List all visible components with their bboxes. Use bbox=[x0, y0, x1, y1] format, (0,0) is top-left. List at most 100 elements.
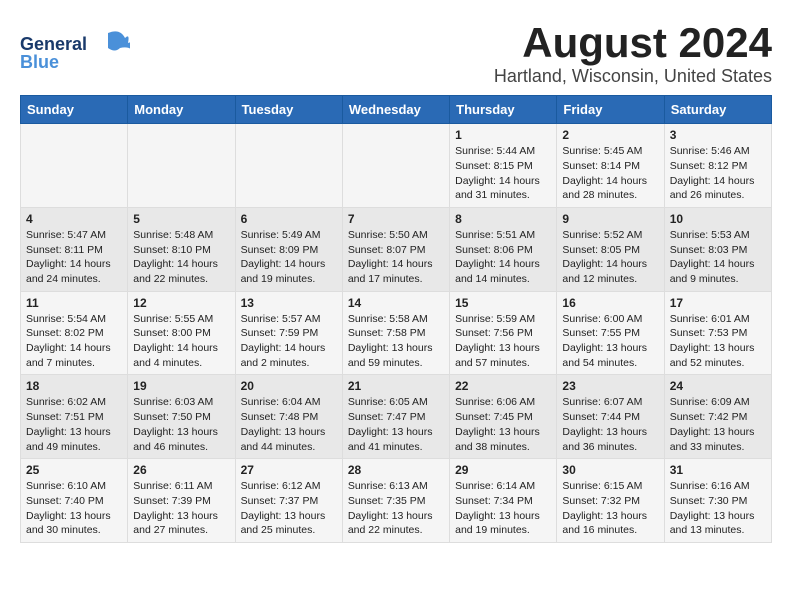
calendar-week-row: 11 Sunrise: 5:54 AMSunset: 8:02 PMDaylig… bbox=[21, 291, 772, 375]
calendar-header: August 2024 Hartland, Wisconsin, United … bbox=[20, 20, 772, 87]
day-info: Sunrise: 5:51 AMSunset: 8:06 PMDaylight:… bbox=[455, 228, 551, 287]
calendar-week-row: 1 Sunrise: 5:44 AMSunset: 8:15 PMDayligh… bbox=[21, 124, 772, 208]
day-info: Sunrise: 6:04 AMSunset: 7:48 PMDaylight:… bbox=[241, 395, 337, 454]
day-number: 24 bbox=[670, 379, 766, 393]
day-info: Sunrise: 5:45 AMSunset: 8:14 PMDaylight:… bbox=[562, 144, 658, 203]
day-number: 4 bbox=[26, 212, 122, 226]
page-header: General Blue August 2024 Hartland, Wisco… bbox=[20, 20, 772, 95]
day-number: 16 bbox=[562, 296, 658, 310]
day-number: 5 bbox=[133, 212, 229, 226]
calendar-day-cell: 11 Sunrise: 5:54 AMSunset: 8:02 PMDaylig… bbox=[21, 291, 128, 375]
header-sunday: Sunday bbox=[21, 96, 128, 124]
calendar-day-cell: 15 Sunrise: 5:59 AMSunset: 7:56 PMDaylig… bbox=[450, 291, 557, 375]
day-number: 14 bbox=[348, 296, 444, 310]
calendar-day-cell: 3 Sunrise: 5:46 AMSunset: 8:12 PMDayligh… bbox=[664, 124, 771, 208]
weekday-header-row: Sunday Monday Tuesday Wednesday Thursday… bbox=[21, 96, 772, 124]
calendar-day-cell: 8 Sunrise: 5:51 AMSunset: 8:06 PMDayligh… bbox=[450, 207, 557, 291]
calendar-day-cell: 5 Sunrise: 5:48 AMSunset: 8:10 PMDayligh… bbox=[128, 207, 235, 291]
calendar-day-cell: 2 Sunrise: 5:45 AMSunset: 8:14 PMDayligh… bbox=[557, 124, 664, 208]
calendar-day-cell bbox=[235, 124, 342, 208]
calendar-table: Sunday Monday Tuesday Wednesday Thursday… bbox=[20, 95, 772, 543]
header-monday: Monday bbox=[128, 96, 235, 124]
calendar-day-cell bbox=[128, 124, 235, 208]
day-info: Sunrise: 6:01 AMSunset: 7:53 PMDaylight:… bbox=[670, 312, 766, 371]
calendar-day-cell: 4 Sunrise: 5:47 AMSunset: 8:11 PMDayligh… bbox=[21, 207, 128, 291]
day-number: 8 bbox=[455, 212, 551, 226]
day-number: 28 bbox=[348, 463, 444, 477]
day-number: 23 bbox=[562, 379, 658, 393]
calendar-day-cell: 29 Sunrise: 6:14 AMSunset: 7:34 PMDaylig… bbox=[450, 459, 557, 543]
calendar-week-row: 4 Sunrise: 5:47 AMSunset: 8:11 PMDayligh… bbox=[21, 207, 772, 291]
calendar-day-cell bbox=[342, 124, 449, 208]
day-number: 25 bbox=[26, 463, 122, 477]
day-number: 21 bbox=[348, 379, 444, 393]
day-number: 22 bbox=[455, 379, 551, 393]
calendar-day-cell: 7 Sunrise: 5:50 AMSunset: 8:07 PMDayligh… bbox=[342, 207, 449, 291]
day-number: 31 bbox=[670, 463, 766, 477]
day-info: Sunrise: 6:07 AMSunset: 7:44 PMDaylight:… bbox=[562, 395, 658, 454]
calendar-day-cell: 19 Sunrise: 6:03 AMSunset: 7:50 PMDaylig… bbox=[128, 375, 235, 459]
day-number: 13 bbox=[241, 296, 337, 310]
calendar-subtitle: Hartland, Wisconsin, United States bbox=[20, 66, 772, 87]
day-info: Sunrise: 5:59 AMSunset: 7:56 PMDaylight:… bbox=[455, 312, 551, 371]
calendar-day-cell: 25 Sunrise: 6:10 AMSunset: 7:40 PMDaylig… bbox=[21, 459, 128, 543]
day-number: 20 bbox=[241, 379, 337, 393]
day-info: Sunrise: 5:52 AMSunset: 8:05 PMDaylight:… bbox=[562, 228, 658, 287]
day-info: Sunrise: 6:14 AMSunset: 7:34 PMDaylight:… bbox=[455, 479, 551, 538]
day-info: Sunrise: 6:06 AMSunset: 7:45 PMDaylight:… bbox=[455, 395, 551, 454]
calendar-day-cell: 28 Sunrise: 6:13 AMSunset: 7:35 PMDaylig… bbox=[342, 459, 449, 543]
day-number: 27 bbox=[241, 463, 337, 477]
calendar-day-cell: 16 Sunrise: 6:00 AMSunset: 7:55 PMDaylig… bbox=[557, 291, 664, 375]
logo: General Blue bbox=[20, 28, 130, 78]
day-number: 11 bbox=[26, 296, 122, 310]
calendar-day-cell: 24 Sunrise: 6:09 AMSunset: 7:42 PMDaylig… bbox=[664, 375, 771, 459]
calendar-title: August 2024 bbox=[20, 20, 772, 66]
day-info: Sunrise: 6:00 AMSunset: 7:55 PMDaylight:… bbox=[562, 312, 658, 371]
calendar-day-cell: 21 Sunrise: 6:05 AMSunset: 7:47 PMDaylig… bbox=[342, 375, 449, 459]
day-info: Sunrise: 5:49 AMSunset: 8:09 PMDaylight:… bbox=[241, 228, 337, 287]
calendar-day-cell: 31 Sunrise: 6:16 AMSunset: 7:30 PMDaylig… bbox=[664, 459, 771, 543]
day-number: 10 bbox=[670, 212, 766, 226]
day-info: Sunrise: 5:55 AMSunset: 8:00 PMDaylight:… bbox=[133, 312, 229, 371]
day-number: 17 bbox=[670, 296, 766, 310]
calendar-day-cell: 27 Sunrise: 6:12 AMSunset: 7:37 PMDaylig… bbox=[235, 459, 342, 543]
day-info: Sunrise: 6:10 AMSunset: 7:40 PMDaylight:… bbox=[26, 479, 122, 538]
svg-text:Blue: Blue bbox=[20, 52, 59, 72]
day-info: Sunrise: 5:54 AMSunset: 8:02 PMDaylight:… bbox=[26, 312, 122, 371]
day-number: 18 bbox=[26, 379, 122, 393]
day-number: 26 bbox=[133, 463, 229, 477]
header-thursday: Thursday bbox=[450, 96, 557, 124]
svg-text:General: General bbox=[20, 34, 87, 54]
calendar-day-cell: 26 Sunrise: 6:11 AMSunset: 7:39 PMDaylig… bbox=[128, 459, 235, 543]
day-info: Sunrise: 6:05 AMSunset: 7:47 PMDaylight:… bbox=[348, 395, 444, 454]
day-info: Sunrise: 5:44 AMSunset: 8:15 PMDaylight:… bbox=[455, 144, 551, 203]
calendar-day-cell: 23 Sunrise: 6:07 AMSunset: 7:44 PMDaylig… bbox=[557, 375, 664, 459]
logo-svg: General Blue bbox=[20, 28, 130, 78]
calendar-day-cell: 20 Sunrise: 6:04 AMSunset: 7:48 PMDaylig… bbox=[235, 375, 342, 459]
calendar-day-cell: 13 Sunrise: 5:57 AMSunset: 7:59 PMDaylig… bbox=[235, 291, 342, 375]
day-info: Sunrise: 5:47 AMSunset: 8:11 PMDaylight:… bbox=[26, 228, 122, 287]
calendar-day-cell: 30 Sunrise: 6:15 AMSunset: 7:32 PMDaylig… bbox=[557, 459, 664, 543]
day-info: Sunrise: 6:16 AMSunset: 7:30 PMDaylight:… bbox=[670, 479, 766, 538]
calendar-day-cell: 18 Sunrise: 6:02 AMSunset: 7:51 PMDaylig… bbox=[21, 375, 128, 459]
day-info: Sunrise: 6:03 AMSunset: 7:50 PMDaylight:… bbox=[133, 395, 229, 454]
header-tuesday: Tuesday bbox=[235, 96, 342, 124]
day-info: Sunrise: 5:53 AMSunset: 8:03 PMDaylight:… bbox=[670, 228, 766, 287]
calendar-day-cell: 6 Sunrise: 5:49 AMSunset: 8:09 PMDayligh… bbox=[235, 207, 342, 291]
header-wednesday: Wednesday bbox=[342, 96, 449, 124]
header-friday: Friday bbox=[557, 96, 664, 124]
day-info: Sunrise: 5:58 AMSunset: 7:58 PMDaylight:… bbox=[348, 312, 444, 371]
day-number: 3 bbox=[670, 128, 766, 142]
calendar-week-row: 18 Sunrise: 6:02 AMSunset: 7:51 PMDaylig… bbox=[21, 375, 772, 459]
day-number: 19 bbox=[133, 379, 229, 393]
calendar-day-cell: 14 Sunrise: 5:58 AMSunset: 7:58 PMDaylig… bbox=[342, 291, 449, 375]
day-number: 9 bbox=[562, 212, 658, 226]
day-info: Sunrise: 5:48 AMSunset: 8:10 PMDaylight:… bbox=[133, 228, 229, 287]
day-number: 7 bbox=[348, 212, 444, 226]
day-info: Sunrise: 6:12 AMSunset: 7:37 PMDaylight:… bbox=[241, 479, 337, 538]
day-info: Sunrise: 5:57 AMSunset: 7:59 PMDaylight:… bbox=[241, 312, 337, 371]
day-info: Sunrise: 5:46 AMSunset: 8:12 PMDaylight:… bbox=[670, 144, 766, 203]
calendar-day-cell: 9 Sunrise: 5:52 AMSunset: 8:05 PMDayligh… bbox=[557, 207, 664, 291]
day-number: 29 bbox=[455, 463, 551, 477]
day-number: 30 bbox=[562, 463, 658, 477]
